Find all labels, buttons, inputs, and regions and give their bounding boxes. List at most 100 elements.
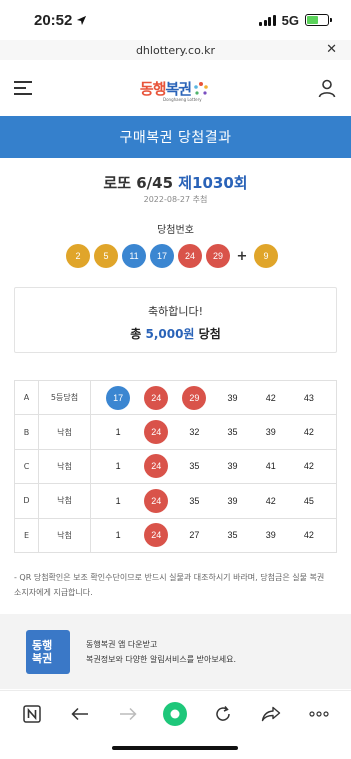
- refresh-icon[interactable]: [209, 700, 237, 728]
- prize-prefix: 총: [130, 327, 142, 341]
- game-title: 로또 6/45 제1030회: [0, 172, 351, 193]
- winning-numbers: 2 5 11 17 24 29 + 9: [66, 244, 278, 268]
- ticket-number: 41: [265, 461, 276, 472]
- ticket-number: 39: [265, 427, 276, 438]
- ticket-number: 42: [303, 461, 314, 472]
- home-indicator[interactable]: [112, 746, 238, 750]
- row-status: 낙첨: [38, 448, 91, 485]
- clock-text: 20:52: [34, 11, 73, 29]
- result-box: 축하합니다! 총 5,000원 당첨: [14, 287, 337, 353]
- ticket-number: 45: [303, 495, 314, 506]
- row-numbers: 1 24 32 35 39 42: [90, 414, 337, 450]
- more-icon[interactable]: [305, 700, 333, 728]
- status-bar: 20:52 5G: [0, 0, 351, 40]
- matched-number-ball: 24: [144, 488, 169, 513]
- ticket-table: A 5등당첨 17 24 29 39 42 43 B 낙첨 1 24 32 35 39 42 C 낙첨 1 24 35 3…: [14, 379, 337, 553]
- bonus-ball: 9: [254, 244, 278, 268]
- ticket-number: 39: [265, 530, 276, 541]
- winning-ball: 29: [206, 244, 230, 268]
- ticket-number: 1: [115, 530, 121, 541]
- draw-date: 2022-08-27 추첨: [143, 195, 208, 204]
- ticket-number: 42: [265, 495, 276, 506]
- row-letter: B: [14, 414, 39, 450]
- prize-amount: 5,000원: [145, 327, 195, 341]
- home-green-icon[interactable]: [161, 700, 189, 728]
- ticket-row: A 5등당첨 17 24 29 39 42 43: [14, 379, 337, 416]
- app-promo-line: 동행복권 앱 다운받고: [86, 639, 158, 649]
- url-text[interactable]: dhlottery.co.kr: [136, 44, 215, 57]
- game-name: 로또 6/45: [103, 174, 174, 192]
- ticket-number: 39: [227, 392, 238, 403]
- app-icon-text: 동행: [32, 638, 53, 652]
- battery-icon: [305, 14, 332, 26]
- matched-number-ball: 24: [144, 454, 169, 479]
- matched-number-ball: 17: [106, 385, 131, 410]
- row-letter: D: [14, 483, 39, 519]
- logo-burst-icon: [194, 81, 208, 95]
- ticket-number: 1: [115, 427, 121, 438]
- matched-number-ball: 24: [144, 523, 169, 548]
- network-type: 5G: [281, 12, 299, 28]
- winning-ball: 17: [150, 244, 174, 268]
- ticket-number: 42: [303, 427, 314, 438]
- browser-toolbar: [0, 690, 351, 736]
- row-numbers: 17 24 29 39 42 43: [90, 379, 337, 416]
- forward-arrow-icon[interactable]: [114, 700, 142, 728]
- ticket-row: E 낙첨 1 24 27 35 39 42: [14, 517, 337, 553]
- browser-url-bar[interactable]: dhlottery.co.kr ✕: [0, 40, 351, 60]
- row-numbers: 1 24 35 39 41 42: [90, 448, 337, 485]
- ticket-number: 1: [115, 495, 121, 506]
- back-arrow-icon[interactable]: [66, 700, 94, 728]
- row-status: 낙첨: [38, 483, 91, 519]
- close-icon[interactable]: ✕: [326, 42, 337, 57]
- game-round: 제1030회: [178, 174, 248, 192]
- qr-notice: - QR 당첨확인은 보조 확인수단이므로 반드시 실물과 대조하시기 바라며,…: [14, 570, 339, 600]
- prize-text: 총 5,000원 당첨: [15, 325, 336, 342]
- site-header: 동행복권: [0, 60, 351, 116]
- app-promo-banner[interactable]: 동행 복권 동행복권 앱 다운받고 복권정보와 다양한 알림서비스를 받아보세요…: [0, 614, 351, 689]
- ticket-row: C 낙첨 1 24 35 39 41 42: [14, 448, 337, 485]
- row-numbers: 1 24 27 35 39 42: [90, 517, 337, 553]
- site-logo[interactable]: 동행복권: [140, 78, 209, 99]
- ticket-number: 39: [227, 461, 238, 472]
- winning-ball: 2: [66, 244, 90, 268]
- signal-icon: [259, 14, 276, 26]
- ticket-number: 35: [189, 495, 200, 506]
- row-status: 낙첨: [38, 517, 91, 553]
- page-title: 구매복권 당첨결과: [119, 130, 232, 146]
- winning-ball: 24: [178, 244, 202, 268]
- row-numbers: 1 24 35 39 42 45: [90, 483, 337, 519]
- row-letter: C: [14, 448, 39, 485]
- ticket-number: 27: [189, 530, 200, 541]
- hamburger-icon[interactable]: [14, 81, 32, 95]
- naver-n-icon[interactable]: [18, 700, 46, 728]
- page-title-banner: 구매복권 당첨결과: [0, 116, 351, 158]
- ticket-row: B 낙첨 1 24 32 35 39 42: [14, 414, 337, 450]
- notice-line: 소지자에게 지급합니다.: [14, 588, 93, 597]
- row-status: 5등당첨: [38, 379, 91, 416]
- app-promo-text: 동행복권 앱 다운받고 복권정보와 다양한 알림서비스를 받아보세요.: [86, 637, 236, 667]
- matched-number-ball: 24: [144, 420, 169, 445]
- winning-ball: 5: [94, 244, 118, 268]
- ticket-number: 35: [189, 461, 200, 472]
- congrats-text: 축하합니다!: [147, 305, 203, 318]
- matched-number-ball: 29: [182, 385, 207, 410]
- row-status: 낙첨: [38, 414, 91, 450]
- ticket-number: 1: [115, 461, 121, 472]
- logo-wordmark: 동행복권: [139, 79, 192, 98]
- app-logo-icon: 동행 복권: [26, 629, 70, 674]
- ticket-number: 35: [227, 530, 238, 541]
- user-icon[interactable]: [317, 78, 337, 98]
- status-indicators: 5G: [259, 12, 332, 28]
- row-letter: E: [14, 517, 39, 553]
- ticket-number: 35: [227, 427, 238, 438]
- plus-sign: +: [236, 248, 248, 264]
- ticket-row: D 낙첨 1 24 35 39 42 45: [14, 483, 337, 519]
- ticket-number: 32: [189, 427, 200, 438]
- winning-ball: 11: [122, 244, 146, 268]
- share-icon[interactable]: [257, 700, 285, 728]
- winning-numbers-label: 당첨번호: [157, 225, 194, 236]
- logo-subtitle: Donghaeng Lottery: [163, 97, 202, 102]
- ticket-number: 42: [265, 392, 276, 403]
- app-icon-text: 복권: [32, 651, 53, 665]
